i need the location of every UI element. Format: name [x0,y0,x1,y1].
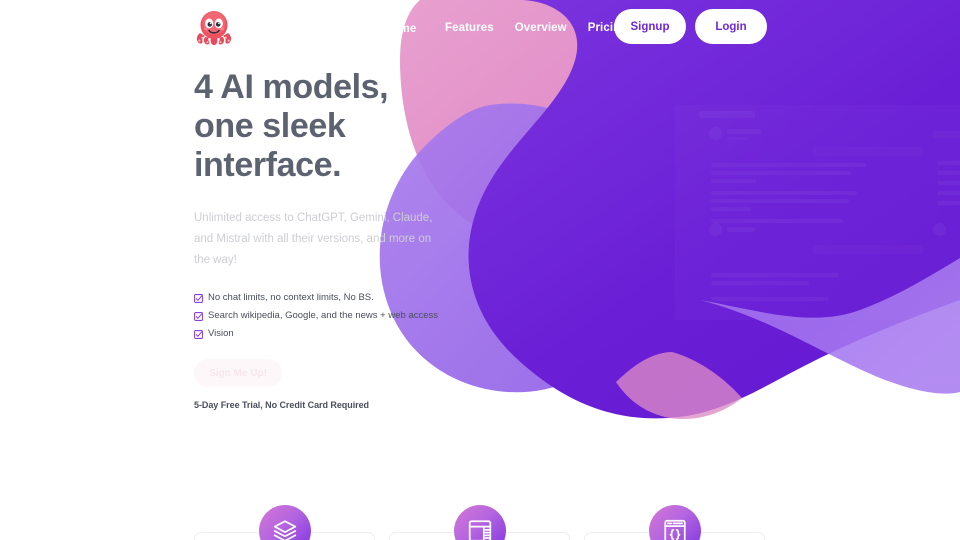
hero-feature-list: No chat limits, no context limits, No BS… [194,292,444,340]
list-item-label: Search wikipedia, Google, and the news +… [208,310,438,321]
hero-title-line-3: interface. [194,146,342,184]
blob-deep-purple [468,0,960,419]
header-actions: Signup Login [614,9,767,44]
layers-stack-icon [273,520,296,540]
layout-window-icon [468,520,491,540]
feature-cards [194,504,766,540]
list-item-label: Vision [208,328,234,339]
page-title: 4 AI models, one sleek interface. [194,68,444,185]
check-square-icon [194,311,203,321]
check-square-icon [194,329,203,339]
check-square-icon [194,293,203,303]
hero-subtitle: Unlimited access to ChatGPT, Gemini, Cla… [194,212,433,266]
nav-link-features[interactable]: Features [445,22,494,34]
hero-section: 4 AI models, one sleek interface. Unlimi… [194,68,444,410]
list-item: No chat limits, no context limits, No BS… [194,292,444,304]
list-item-label: No chat limits, no context limits, No BS… [208,292,374,303]
ghost-app-screenshot [675,105,960,320]
blob-lavender-wave [700,258,960,394]
blob-pink-accent [616,352,742,420]
hero-title-line-2: one sleek [194,107,346,145]
landing-page: Home Features Overview Pricing FAQ Signu… [0,0,960,540]
background-blobs [379,0,960,420]
nav-link-home[interactable]: Home [396,23,416,35]
octopus-mascot-logo[interactable] [194,6,234,48]
feature-card[interactable] [389,505,570,540]
login-button[interactable]: Login [695,9,767,44]
feature-card-badge [453,505,506,540]
list-item: Vision [194,328,444,340]
feature-card[interactable] [584,505,765,540]
nav-home-clip: Home [396,19,424,37]
sign-me-up-button[interactable]: Sign Me Up! [194,359,282,387]
feature-card-badge [648,505,701,540]
code-braces-window-icon [663,519,686,540]
free-trial-note: 5-Day Free Trial, No Credit Card Require… [194,400,369,410]
hero-title-line-1: 4 AI models, [194,68,389,106]
feature-card[interactable] [194,505,375,540]
list-item: Search wikipedia, Google, and the news +… [194,310,444,322]
nav-link-overview[interactable]: Overview [515,22,567,34]
signup-button[interactable]: Signup [614,9,686,44]
feature-card-badge [258,505,311,540]
site-header: Home Features Overview Pricing FAQ Signu… [0,0,960,54]
